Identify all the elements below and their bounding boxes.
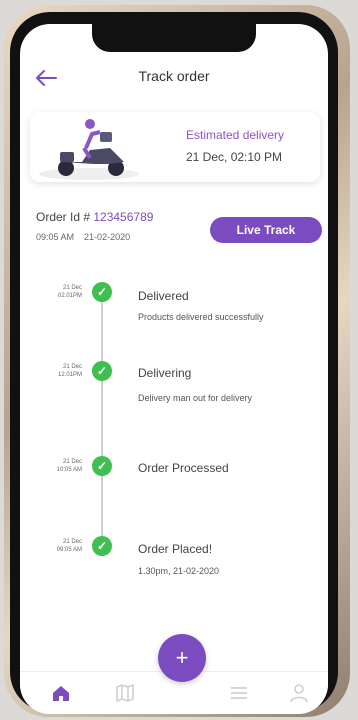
order-date: 21-02-2020 <box>84 232 131 242</box>
step-time: 21 Dec 12.01PM <box>57 364 82 378</box>
check-icon: ✓ <box>92 536 112 556</box>
check-icon: ✓ <box>92 282 112 302</box>
step-title: Order Processed <box>138 461 229 475</box>
page-title: Track order <box>138 68 210 84</box>
order-id-label: Order Id # <box>36 210 94 224</box>
step-title: Delivering <box>138 366 192 380</box>
step-title: Order Placed! <box>138 542 213 556</box>
timeline-line <box>101 296 103 552</box>
app-screen: Track order Estimated delivery 21 Dec, 0… <box>20 24 328 714</box>
step-time: 21 Dec 02.01PM <box>57 285 82 299</box>
order-id-row: Order Id # 123456789 <box>36 210 153 224</box>
phone-notch <box>92 24 256 52</box>
add-button[interactable]: + <box>158 634 206 682</box>
scooter-illustration <box>39 119 139 180</box>
profile-icon[interactable] <box>288 682 310 704</box>
estimated-delivery-label: Estimated delivery <box>186 128 285 142</box>
estimated-delivery-card: Estimated delivery 21 Dec, 02:10 PM <box>30 112 320 182</box>
step-subtitle: Delivery man out for delivery <box>138 393 253 403</box>
estimated-delivery-date: 21 Dec, 02:10 PM <box>186 150 283 164</box>
home-icon[interactable] <box>50 682 72 704</box>
menu-icon[interactable] <box>228 682 250 704</box>
map-icon[interactable] <box>114 682 136 704</box>
step-title: Delivered <box>138 289 189 303</box>
check-icon: ✓ <box>92 456 112 476</box>
step-time: 21 Dec 09:05 AM <box>56 539 82 553</box>
live-track-button[interactable]: Live Track <box>210 217 322 243</box>
order-time: 09:05 AM <box>36 232 75 242</box>
step-subtitle: Products delivered successfully <box>138 312 264 322</box>
check-icon: ✓ <box>92 361 112 381</box>
order-id-value: 123456789 <box>93 210 154 224</box>
order-meta: 09:05 AM 21-02-2020 <box>36 232 130 242</box>
step-subtitle: 1.30pm, 21-02-2020 <box>138 566 220 576</box>
step-time: 21 Dec 10:05 AM <box>56 459 82 473</box>
